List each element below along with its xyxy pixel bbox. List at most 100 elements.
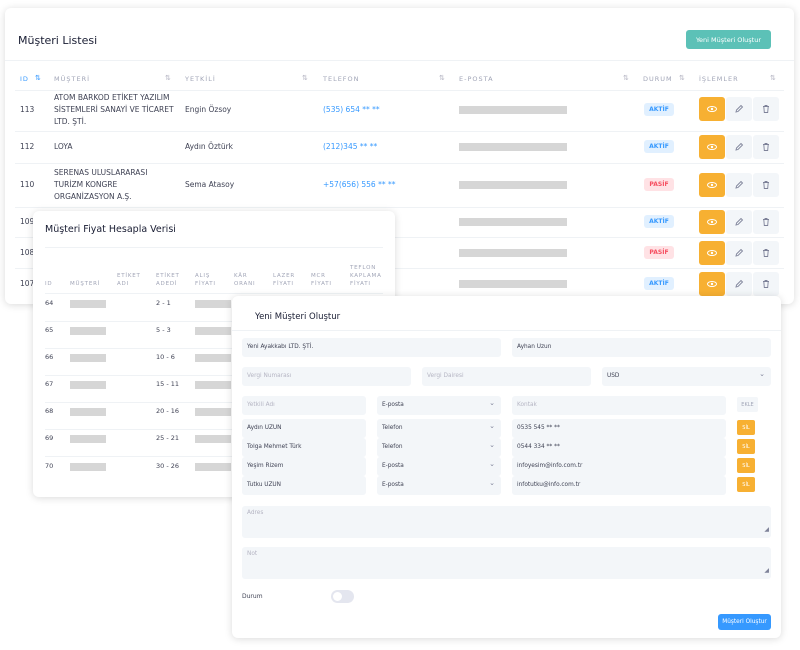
row-divider: [45, 293, 383, 294]
status-badge: PASİF: [644, 178, 674, 191]
contact-name-field[interactable]: Aydın UZUN: [242, 419, 366, 438]
cell-phone[interactable]: (535) 654 ** **: [323, 104, 380, 116]
note-textarea[interactable]: Not ◢: [242, 547, 771, 579]
redacted-email: [459, 143, 567, 151]
eye-icon: [707, 219, 717, 225]
column-header-email[interactable]: E-POSTA: [459, 75, 494, 83]
column-header-actions[interactable]: İŞLEMLER: [699, 75, 739, 83]
address-textarea[interactable]: Adres ◢: [242, 506, 771, 538]
redacted-customer: [70, 300, 106, 308]
row-divider: [15, 163, 784, 164]
cell-phone[interactable]: (212)345 ** **: [323, 141, 377, 153]
currency-select[interactable]: USD: [602, 367, 771, 386]
cell-phone[interactable]: +57(656) 556 ** **: [323, 179, 395, 191]
delete-button[interactable]: [753, 173, 779, 197]
resize-handle-icon[interactable]: ◢: [764, 523, 769, 537]
contact-type-field[interactable]: E-posta: [377, 476, 501, 495]
status-badge: AKTİF: [644, 140, 674, 153]
cell-id: 64: [45, 299, 54, 307]
authorized-name-input[interactable]: Yetkili Adı: [242, 396, 366, 415]
trash-icon: [763, 280, 769, 288]
create-customer-submit-button[interactable]: Müşteri Oluştur: [718, 614, 771, 630]
contact-value-field[interactable]: 0535 545 ** **: [512, 419, 726, 438]
edit-button[interactable]: [726, 272, 752, 296]
sort-icon[interactable]: ⇅: [439, 74, 445, 82]
redacted-email: [459, 280, 567, 288]
cell-qty: 25 - 21: [156, 434, 180, 442]
redacted-email: [459, 181, 567, 189]
redacted-price: [195, 435, 231, 443]
column-header-phone[interactable]: TELEFON: [323, 75, 360, 83]
resize-handle-icon[interactable]: ◢: [764, 564, 769, 578]
cell-id: 69: [45, 434, 54, 442]
trash-icon: [763, 249, 769, 257]
delete-button[interactable]: [753, 135, 779, 159]
edit-button[interactable]: [726, 241, 752, 265]
edit-button[interactable]: [726, 135, 752, 159]
view-button[interactable]: [699, 241, 725, 265]
edit-button[interactable]: [726, 210, 752, 234]
company-name-input[interactable]: Yeni Ayakkabı LTD. ŞTİ.: [242, 338, 501, 357]
cell-id: 70: [45, 462, 54, 470]
pencil-icon: [735, 279, 744, 288]
pencil-icon: [735, 217, 744, 226]
delete-button[interactable]: [753, 210, 779, 234]
status-badge: AKTİF: [644, 215, 674, 228]
sort-icon[interactable]: ⇅: [623, 74, 629, 82]
tax-office-input[interactable]: Vergi Dairesi: [422, 367, 591, 386]
redacted-price: [195, 354, 231, 362]
view-button[interactable]: [699, 210, 725, 234]
edit-button[interactable]: [726, 173, 752, 197]
column-header-id[interactable]: ID: [20, 75, 29, 83]
contact-value-field[interactable]: infotutku@info.com.tr: [512, 476, 726, 495]
view-button[interactable]: [699, 272, 725, 296]
status-toggle[interactable]: [331, 590, 354, 603]
contact-type-field[interactable]: E-posta: [377, 457, 501, 476]
tax-number-input[interactable]: Vergi Numarası: [242, 367, 411, 386]
cell-id: 68: [45, 407, 54, 415]
contact-type-select[interactable]: E-posta: [377, 396, 501, 415]
cell-customer: ATOM BARKOD ETİKET YAZILIM SİSTEMLERİ SA…: [54, 93, 174, 126]
divider: [232, 330, 781, 331]
contact-value-field[interactable]: infoyesim@info.com.tr: [512, 457, 726, 476]
pencil-icon: [735, 248, 744, 257]
contact-value-input[interactable]: Kontak: [512, 396, 726, 415]
column-header-label-qty: ETİKET ADEDİ: [156, 273, 180, 287]
redacted-price: [195, 381, 231, 389]
trash-icon: [763, 181, 769, 189]
delete-button[interactable]: [753, 97, 779, 121]
delete-contact-button[interactable]: SİL: [737, 439, 755, 454]
delete-button[interactable]: [753, 272, 779, 296]
row-actions: [699, 272, 779, 296]
contact-type-field[interactable]: Telefon: [377, 419, 501, 438]
column-header-status[interactable]: DURUM: [643, 75, 673, 83]
contact-name-field[interactable]: Tolga Mehmet Türk: [242, 438, 366, 457]
sort-icon[interactable]: ⇅: [679, 74, 685, 82]
cell-qty: 2 - 1: [156, 299, 171, 307]
redacted-email: [459, 106, 567, 114]
status-badge: PASİF: [644, 246, 674, 259]
sort-icon[interactable]: ⇅: [35, 74, 41, 82]
view-button[interactable]: [699, 173, 725, 197]
column-header-contact[interactable]: YETKİLİ: [185, 75, 216, 83]
contact-name-field[interactable]: Yeşim Rizem: [242, 457, 366, 476]
create-customer-button[interactable]: Yeni Müşteri Oluştur: [686, 30, 771, 49]
contact-type-field[interactable]: Telefon: [377, 438, 501, 457]
row-divider: [15, 90, 784, 91]
edit-button[interactable]: [726, 97, 752, 121]
sort-icon[interactable]: ⇅: [770, 74, 776, 82]
redacted-price: [195, 408, 231, 416]
delete-contact-button[interactable]: SİL: [737, 477, 755, 492]
sort-icon[interactable]: ⇅: [302, 74, 308, 82]
contact-name-field[interactable]: Tutku UZUN: [242, 476, 366, 495]
contact-person-input[interactable]: Ayhan Uzun: [512, 338, 771, 357]
delete-contact-button[interactable]: SİL: [737, 458, 755, 473]
delete-contact-button[interactable]: SİL: [737, 420, 755, 435]
column-header-customer[interactable]: MÜŞTERİ: [54, 75, 90, 83]
sort-icon[interactable]: ⇅: [165, 74, 171, 82]
add-contact-button[interactable]: EKLE: [737, 397, 758, 412]
delete-button[interactable]: [753, 241, 779, 265]
view-button[interactable]: [699, 135, 725, 159]
view-button[interactable]: [699, 97, 725, 121]
contact-value-field[interactable]: 0544 334 ** **: [512, 438, 726, 457]
